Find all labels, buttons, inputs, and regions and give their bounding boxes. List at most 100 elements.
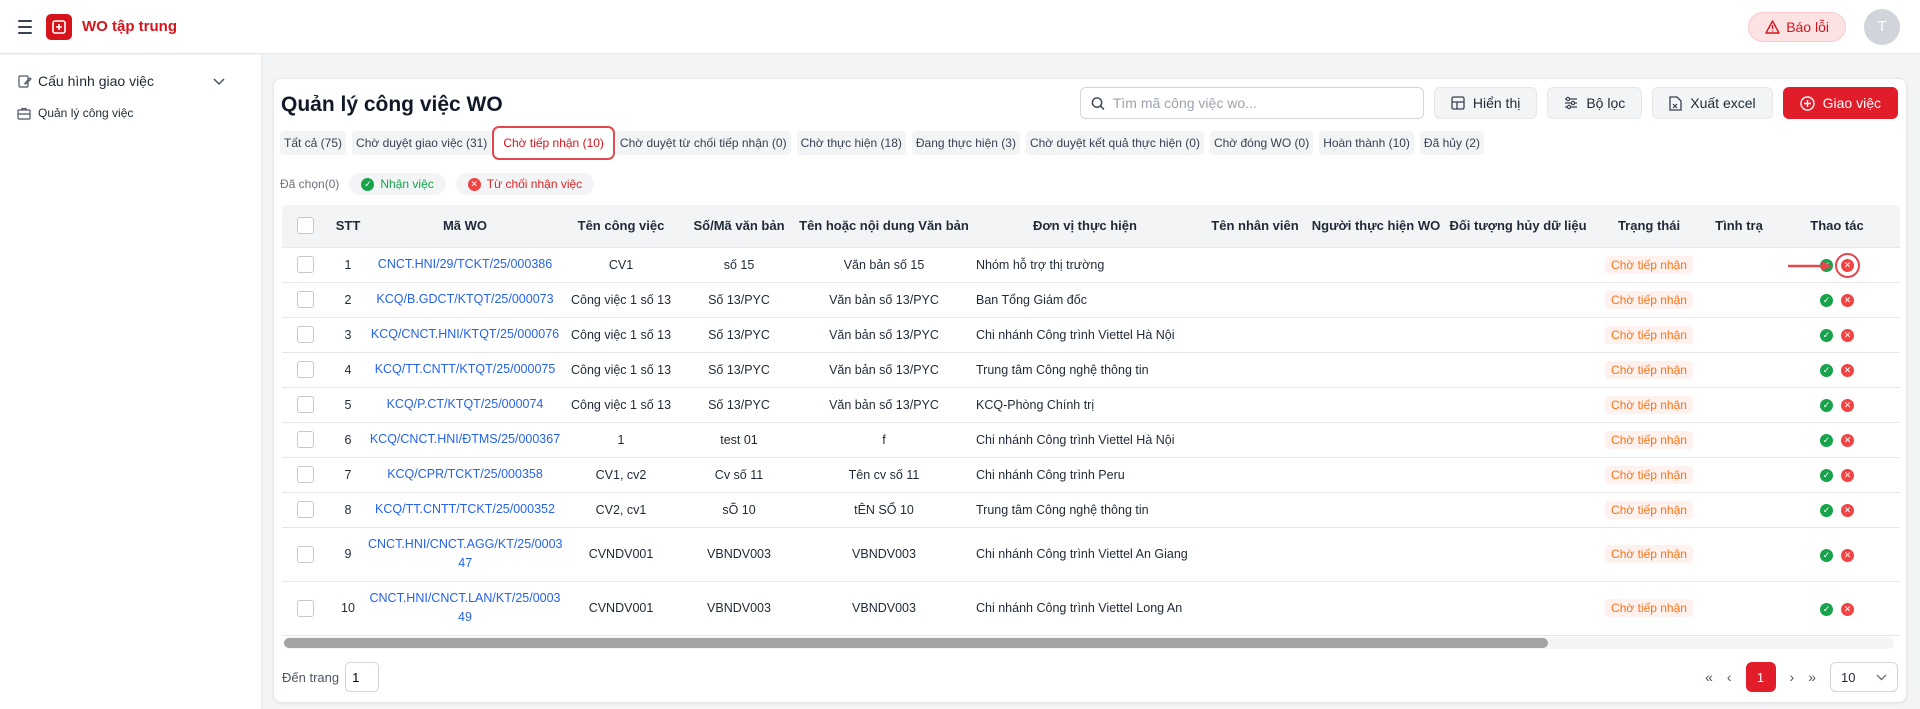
tab-7[interactable]: Chờ đóng WO (0) — [1209, 131, 1314, 155]
reject-x-icon[interactable]: ✕ — [1841, 434, 1854, 447]
tab-3[interactable]: Chờ duyệt từ chối tiếp nhận (0) — [615, 131, 791, 155]
wo-code-link[interactable]: KCQ/CNCT.HNI/ĐTMS/25/000367 — [370, 430, 560, 449]
condition-cell — [1704, 457, 1774, 493]
employee-cell — [1200, 492, 1310, 528]
tab-8[interactable]: Hoàn thành (10) — [1319, 131, 1414, 155]
tab-2[interactable]: Chờ tiếp nhận (10) — [492, 126, 615, 160]
table-row[interactable]: 7 KCQ/CPR/TCKT/25/000358 CV1, cv2 Cv số 11 T… — [282, 457, 1900, 493]
row-checkbox[interactable] — [296, 545, 314, 563]
horizontal-scrollbar[interactable] — [284, 637, 1894, 649]
table-row[interactable]: 1 CNCT.HNI/29/TCKT/25/000386 CV1 số 15 Văn b… — [282, 247, 1900, 283]
row-select-cell — [282, 247, 328, 283]
row-checkbox[interactable] — [296, 326, 314, 343]
table-row[interactable]: 3 KCQ/CNCT.HNI/KTQT/25/000076 Công việc 1 … — [282, 317, 1900, 353]
sidebar-group-config[interactable]: Cấu hình giao việc — [0, 69, 261, 93]
next-page-button[interactable]: › — [1790, 669, 1795, 685]
table-row[interactable]: 2 KCQ/B.GDCT/KTQT/25/000073 Công việc 1 số… — [282, 282, 1900, 318]
tab-9[interactable]: Đã hủy (2) — [1419, 131, 1484, 155]
accept-check-icon[interactable]: ✓ — [1820, 434, 1833, 447]
scrollbar-thumb[interactable] — [284, 638, 1548, 648]
accept-check-icon[interactable]: ✓ — [1820, 364, 1833, 377]
tab-4[interactable]: Chờ thực hiện (18) — [796, 131, 906, 155]
reject-x-icon[interactable]: ✕ — [1841, 469, 1854, 482]
select-all-checkbox[interactable] — [296, 217, 314, 235]
wo-code-cell: KCQ/CPR/TCKT/25/000358 — [368, 457, 562, 493]
reject-x-icon[interactable]: ✕ — [1841, 602, 1854, 616]
export-excel-button[interactable]: Xuất excel — [1652, 87, 1773, 119]
unit-cell: Ban Tổng Giám đốc — [970, 282, 1200, 318]
row-checkbox[interactable] — [296, 256, 314, 273]
app-logo[interactable] — [46, 13, 72, 40]
last-page-button[interactable]: » — [1808, 669, 1816, 685]
display-button[interactable]: Hiển thị — [1433, 87, 1538, 119]
first-page-button[interactable]: « — [1705, 669, 1713, 685]
accept-check-icon[interactable]: ✓ — [1820, 294, 1833, 307]
tab-5[interactable]: Đang thực hiện (3) — [911, 131, 1020, 155]
row-checkbox[interactable] — [296, 501, 314, 518]
table-row[interactable]: 6 KCQ/CNCT.HNI/ĐTMS/25/000367 1 test 01 f Chi… — [282, 422, 1900, 458]
selection-bar: Đã chọn(0) ✓ Nhận việc ✕ Từ chối nhận vi… — [280, 173, 595, 195]
table-row[interactable]: 9 CNCT.HNI/CNCT.AGG/KT/25/0003 47 CVNDV001 V… — [282, 527, 1900, 582]
performer-cell — [1310, 387, 1442, 423]
wo-code-link[interactable]: KCQ/P.CT/KTQT/25/000074 — [387, 395, 544, 414]
briefcase-icon — [16, 105, 32, 121]
current-page[interactable]: 1 — [1745, 662, 1776, 692]
tab-6[interactable]: Chờ duyệt kết quả thực hiện (0) — [1025, 131, 1204, 155]
tab-1[interactable]: Chờ duyệt giao việc (31) — [352, 131, 492, 155]
filter-button[interactable]: Bộ lọc — [1547, 87, 1643, 119]
accept-check-icon[interactable]: ✓ — [1820, 469, 1833, 482]
avatar[interactable]: T — [1864, 8, 1900, 45]
stt-cell: 1 — [328, 247, 368, 283]
page-size-select[interactable]: 10 — [1830, 662, 1898, 692]
actions-cell: ✓✕ — [1774, 422, 1900, 458]
row-checkbox[interactable] — [296, 431, 314, 448]
table-row[interactable]: 10 CNCT.HNI/CNCT.LAN/KT/25/0003 49 CVNDV001… — [282, 581, 1900, 636]
sidebar-item-manage-work[interactable]: Quản lý công việc — [0, 101, 261, 125]
prev-page-button[interactable]: ‹ — [1727, 669, 1732, 685]
row-checkbox[interactable] — [296, 291, 314, 308]
table-row[interactable]: 4 KCQ/TT.CNTT/KTQT/25/000075 Công việc 1 s… — [282, 352, 1900, 388]
hamburger-icon[interactable] — [14, 16, 36, 38]
wo-code-link[interactable]: KCQ/CPR/TCKT/25/000358 — [387, 465, 543, 484]
reject-x-icon[interactable]: ✕ — [1841, 399, 1854, 412]
table-row[interactable]: 5 KCQ/P.CT/KTQT/25/000074 Công việc 1 số 1… — [282, 387, 1900, 423]
row-checkbox[interactable] — [296, 396, 314, 413]
wo-code-link[interactable]: KCQ/CNCT.HNI/KTQT/25/000076 — [371, 325, 559, 344]
wo-code-link[interactable]: KCQ/TT.CNTT/KTQT/25/000075 — [375, 360, 556, 379]
tab-0[interactable]: Tất cả (75) — [280, 131, 347, 155]
chevron-down-icon[interactable] — [213, 73, 225, 89]
row-checkbox[interactable] — [296, 466, 314, 483]
report-bug-button[interactable]: Báo lỗi — [1748, 11, 1846, 42]
reject-x-icon[interactable]: ✕ — [1841, 294, 1854, 307]
wo-code-link[interactable]: CNCT.HNI/29/TCKT/25/000386 — [378, 255, 552, 274]
reject-x-icon[interactable]: ✕ — [1835, 253, 1860, 278]
wo-code-link[interactable]: KCQ/TT.CNTT/TCKT/25/000352 — [375, 500, 555, 519]
row-checkbox[interactable] — [296, 361, 314, 378]
accept-check-icon[interactable]: ✓ — [1820, 399, 1833, 412]
work-name-cell: CV1, cv2 — [562, 457, 680, 493]
doc-number-cell: Cv số 11 — [680, 457, 798, 493]
row-checkbox[interactable] — [296, 599, 314, 617]
reject-x-icon[interactable]: ✕ — [1841, 364, 1854, 377]
accept-work-button[interactable]: ✓ Nhận việc — [349, 173, 446, 195]
search-input[interactable] — [1112, 95, 1413, 111]
wo-code-link[interactable]: CNCT.HNI/CNCT.AGG/KT/25/0003 47 — [368, 535, 563, 573]
reject-x-icon[interactable]: ✕ — [1841, 329, 1854, 342]
accept-check-icon[interactable]: ✓ — [1820, 548, 1833, 562]
reject-work-button[interactable]: ✕ Từ chối nhận việc — [455, 173, 595, 195]
goto-page-input[interactable] — [345, 662, 380, 692]
employee-cell — [1200, 247, 1310, 283]
assign-work-button[interactable]: Giao việc — [1782, 87, 1898, 119]
wo-code-link[interactable]: CNCT.HNI/CNCT.LAN/KT/25/0003 49 — [369, 589, 560, 627]
wo-code-link[interactable]: KCQ/B.GDCT/KTQT/25/000073 — [376, 290, 553, 309]
accept-check-icon[interactable]: ✓ — [1820, 329, 1833, 342]
accept-check-icon[interactable]: ✓ — [1820, 602, 1833, 616]
reject-x-icon[interactable]: ✕ — [1841, 504, 1854, 517]
app-title[interactable]: WO tập trung — [82, 18, 177, 35]
reject-x-icon[interactable]: ✕ — [1841, 548, 1854, 562]
employee-cell — [1200, 422, 1310, 458]
table-row[interactable]: 8 KCQ/TT.CNTT/TCKT/25/000352 CV2, cv1 sÕ 10… — [282, 492, 1900, 528]
column-header: Tên hoặc nội dung Văn bản — [798, 205, 970, 248]
accept-check-icon[interactable]: ✓ — [1820, 504, 1833, 517]
excel-file-icon — [1669, 95, 1682, 111]
